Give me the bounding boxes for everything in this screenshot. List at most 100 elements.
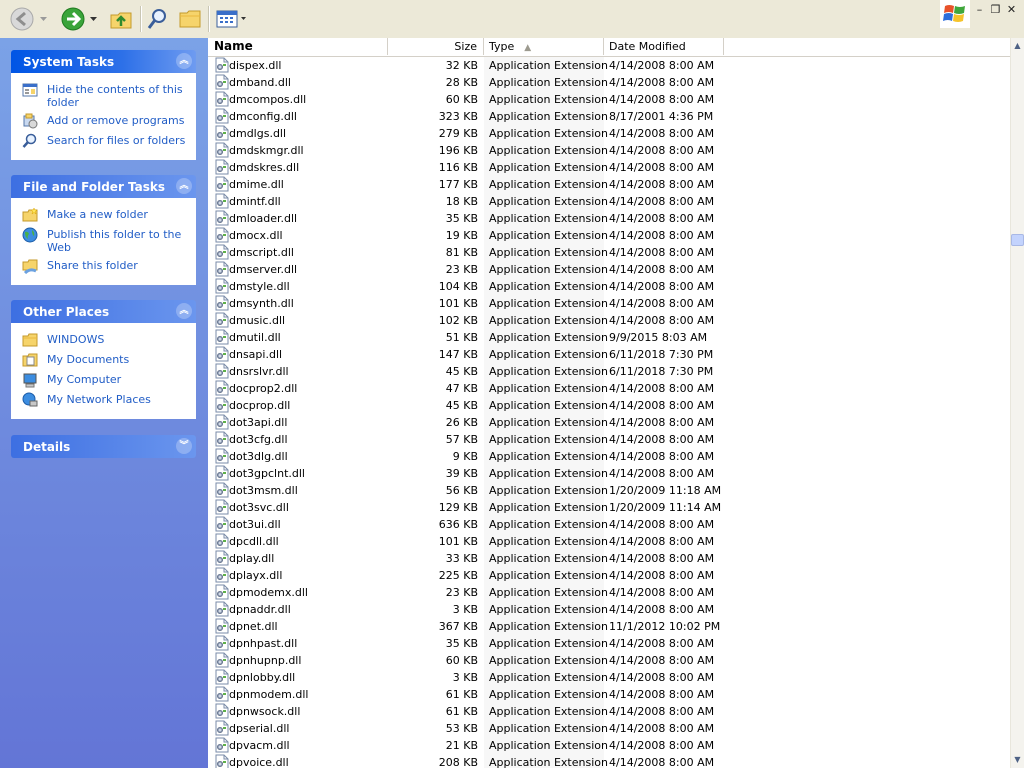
table-row[interactable]: dmstyle.dll 104 KB Application Extension 4/…: [208, 278, 1010, 295]
restore-button[interactable]: ❐: [989, 3, 1002, 16]
table-row[interactable]: dpnet.dll 367 KB Application Extension 11/1…: [208, 618, 1010, 635]
scroll-up-icon[interactable]: ▲: [1011, 38, 1024, 54]
file-size-cell: 102 KB: [438, 314, 478, 327]
table-row[interactable]: docprop2.dll 47 KB Application Extension 4/…: [208, 380, 1010, 397]
other-places-header[interactable]: Other Places ︽: [11, 300, 196, 323]
up-button[interactable]: [106, 5, 136, 33]
table-row[interactable]: dpnwsock.dll 61 KB Application Extension 4/…: [208, 703, 1010, 720]
share-folder-icon: [22, 258, 38, 274]
file-folder-tasks-header[interactable]: File and Folder Tasks ︽: [11, 175, 196, 198]
table-row[interactable]: dmscript.dll 81 KB Application Extension 4/…: [208, 244, 1010, 261]
table-row[interactable]: dpmodemx.dll 23 KB Application Extension 4/…: [208, 584, 1010, 601]
table-row[interactable]: dmdlgs.dll 279 KB Application Extension 4/1…: [208, 125, 1010, 142]
table-row[interactable]: dmsynth.dll 101 KB Application Extension 4/…: [208, 295, 1010, 312]
publish-web-link[interactable]: Publish this folder to the Web: [22, 227, 187, 254]
table-row[interactable]: dpserial.dll 53 KB Application Extension 4/…: [208, 720, 1010, 737]
file-type-cell: Application Extension: [484, 380, 608, 397]
table-row[interactable]: docprop.dll 45 KB Application Extension 4/1…: [208, 397, 1010, 414]
table-row[interactable]: dpnaddr.dll 3 KB Application Extension 4/14…: [208, 601, 1010, 618]
table-row[interactable]: dmcompos.dll 60 KB Application Extension 4/…: [208, 91, 1010, 108]
table-row[interactable]: dpnhupnp.dll 60 KB Application Extension 4/…: [208, 652, 1010, 669]
table-row[interactable]: dmconfig.dll 323 KB Application Extension 8…: [208, 108, 1010, 125]
table-row[interactable]: dnsapi.dll 147 KB Application Extension 6/1…: [208, 346, 1010, 363]
make-new-folder-link[interactable]: Make a new folder: [22, 207, 187, 223]
table-row[interactable]: dot3svc.dll 129 KB Application Extension 1/…: [208, 499, 1010, 516]
add-remove-programs-icon: [22, 113, 38, 129]
table-row[interactable]: dot3api.dll 26 KB Application Extension 4/1…: [208, 414, 1010, 431]
share-folder-link[interactable]: Share this folder: [22, 258, 187, 274]
add-remove-programs-link[interactable]: Add or remove programs: [22, 113, 187, 129]
table-row[interactable]: dot3dlg.dll 9 KB Application Extension 4/14…: [208, 448, 1010, 465]
my-computer-icon: [22, 372, 38, 388]
column-header-row: Name Size Type ▲ Date Modified: [208, 38, 1010, 57]
expand-chevron-icon[interactable]: ︾: [176, 438, 192, 454]
table-row[interactable]: dnsrslvr.dll 45 KB Application Extension 6/…: [208, 363, 1010, 380]
file-date-cell: 4/14/2008 8:00 AM: [609, 93, 715, 106]
folders-button[interactable]: [175, 5, 205, 33]
table-row[interactable]: dpnmodem.dll 61 KB Application Extension 4/…: [208, 686, 1010, 703]
table-row[interactable]: dpnhpast.dll 35 KB Application Extension 4/…: [208, 635, 1010, 652]
table-row[interactable]: dpvoice.dll 208 KB Application Extension 4/…: [208, 754, 1010, 768]
minimize-button[interactable]: –: [973, 3, 986, 16]
file-type-cell: Application Extension: [484, 737, 608, 754]
file-date-cell: 4/14/2008 8:00 AM: [609, 314, 715, 327]
table-row[interactable]: dmusic.dll 102 KB Application Extension 4/1…: [208, 312, 1010, 329]
table-row[interactable]: dmdskmgr.dll 196 KB Application Extension 4…: [208, 142, 1010, 159]
file-date-cell: 8/17/2001 4:36 PM: [609, 110, 714, 123]
table-row[interactable]: dot3cfg.dll 57 KB Application Extension 4/1…: [208, 431, 1010, 448]
search-files-link[interactable]: Search for files or folders: [22, 133, 187, 149]
file-name-cell: dpvoice.dll: [229, 756, 289, 768]
table-row[interactable]: dot3gpclnt.dll 39 KB Application Extension…: [208, 465, 1010, 482]
search-button[interactable]: [143, 5, 173, 33]
file-name-cell: dmserver.dll: [229, 263, 298, 276]
details-header[interactable]: Details ︾: [11, 435, 196, 458]
table-row[interactable]: dmime.dll 177 KB Application Extension 4/14…: [208, 176, 1010, 193]
close-button[interactable]: ✕: [1005, 3, 1018, 16]
vertical-scrollbar[interactable]: ▲ ▼: [1010, 38, 1024, 768]
table-row[interactable]: dpnlobby.dll 3 KB Application Extension 4/1…: [208, 669, 1010, 686]
file-size-cell: 35 KB: [445, 212, 478, 225]
table-row[interactable]: dpcdll.dll 101 KB Application Extension 4/1…: [208, 533, 1010, 550]
windows-folder-link[interactable]: WINDOWS: [22, 332, 187, 348]
system-tasks-header[interactable]: System Tasks ︽: [11, 50, 196, 73]
collapse-chevron-icon[interactable]: ︽: [176, 178, 192, 194]
column-header-date-modified[interactable]: Date Modified: [604, 38, 724, 55]
column-header-type[interactable]: Type ▲: [484, 38, 604, 55]
table-row[interactable]: dmserver.dll 23 KB Application Extension 4/…: [208, 261, 1010, 278]
table-row[interactable]: dmintf.dll 18 KB Application Extension 4/14…: [208, 193, 1010, 210]
views-button[interactable]: [213, 5, 249, 33]
file-date-cell: 4/14/2008 8:00 AM: [609, 416, 715, 429]
table-row[interactable]: dmutil.dll 51 KB Application Extension 9/9/…: [208, 329, 1010, 346]
table-row[interactable]: dmocx.dll 19 KB Application Extension 4/14/…: [208, 227, 1010, 244]
table-row[interactable]: dmband.dll 28 KB Application Extension 4/14…: [208, 74, 1010, 91]
table-row[interactable]: dplay.dll 33 KB Application Extension 4/14/…: [208, 550, 1010, 567]
file-size-cell: 45 KB: [445, 399, 478, 412]
hide-contents-link[interactable]: Hide the contents of this folder: [22, 82, 187, 109]
my-documents-link[interactable]: My Documents: [22, 352, 187, 368]
table-row[interactable]: dot3msm.dll 56 KB Application Extension 1/2…: [208, 482, 1010, 499]
table-row[interactable]: dot3ui.dll 636 KB Application Extension 4/1…: [208, 516, 1010, 533]
my-computer-link[interactable]: My Computer: [22, 372, 187, 388]
table-row[interactable]: dpvacm.dll 21 KB Application Extension 4/14…: [208, 737, 1010, 754]
network-places-link[interactable]: My Network Places: [22, 392, 187, 408]
publish-web-icon: [22, 227, 38, 243]
back-dropdown[interactable]: [38, 5, 48, 33]
scrollbar-thumb[interactable]: [1011, 234, 1024, 246]
dll-file-icon: [215, 363, 229, 379]
search-icon: [22, 133, 38, 149]
table-row[interactable]: dplayx.dll 225 KB Application Extension 4/1…: [208, 567, 1010, 584]
collapse-chevron-icon[interactable]: ︽: [176, 303, 192, 319]
table-row[interactable]: dmloader.dll 35 KB Application Extension 4/…: [208, 210, 1010, 227]
column-header-size[interactable]: Size: [388, 38, 484, 55]
forward-dropdown[interactable]: [88, 5, 98, 33]
file-size-cell: 116 KB: [438, 161, 478, 174]
table-row[interactable]: dmdskres.dll 116 KB Application Extension 4…: [208, 159, 1010, 176]
table-row[interactable]: dispex.dll 32 KB Application Extension 4/14…: [208, 57, 1010, 74]
column-header-label: Size: [454, 40, 477, 53]
back-button[interactable]: [6, 5, 38, 33]
collapse-chevron-icon[interactable]: ︽: [176, 53, 192, 69]
forward-button[interactable]: [58, 5, 88, 33]
scroll-down-icon[interactable]: ▼: [1011, 752, 1024, 768]
column-header-name[interactable]: Name: [208, 38, 388, 55]
dll-file-icon: [215, 635, 229, 651]
